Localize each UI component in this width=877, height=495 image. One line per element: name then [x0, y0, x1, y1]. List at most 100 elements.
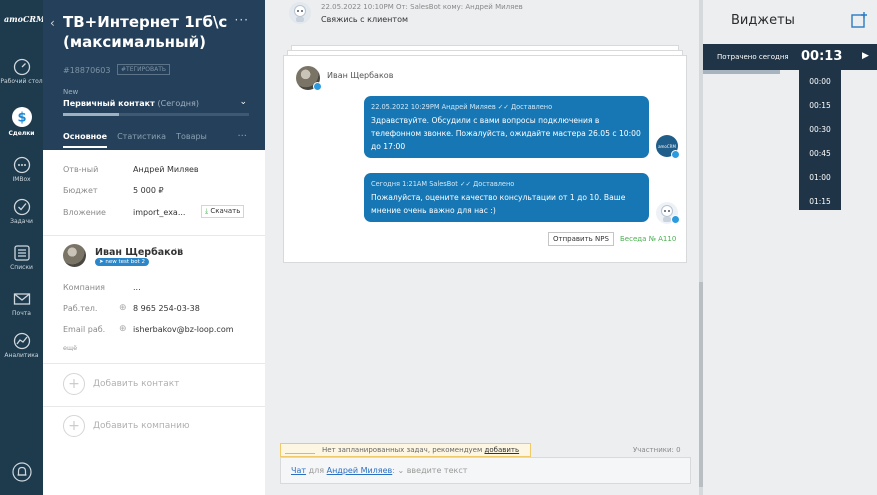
- field-label-responsible: Отв-ный: [63, 165, 99, 174]
- checkmark-circle-icon: [13, 198, 30, 216]
- email-action-icon[interactable]: ⊕: [119, 324, 127, 334]
- time-option[interactable]: 00:00: [799, 70, 841, 94]
- conversation-link[interactable]: Беседа № А110: [620, 235, 676, 243]
- telegram-icon: [671, 150, 680, 159]
- nav-deals-label: Сделки: [8, 130, 35, 137]
- notifications-button[interactable]: [12, 462, 32, 485]
- contact-avatar[interactable]: [63, 244, 86, 267]
- budget-value[interactable]: 5 000 ₽: [133, 186, 164, 195]
- members-count[interactable]: Участники: 0: [633, 446, 681, 454]
- compose-mode-chat[interactable]: Чат: [291, 466, 306, 475]
- widgets-settings-icon[interactable]: [851, 12, 869, 31]
- tabs-more-button[interactable]: ···: [237, 131, 247, 142]
- compose-placeholder[interactable]: : ⌄ введите текст: [392, 466, 467, 475]
- task-notice: Нет запланированных задач, рекомендуем д…: [280, 443, 531, 457]
- lead-header: ‹ ТВ+Интернет 1гб\с (максимальный) ··· #…: [43, 0, 265, 150]
- download-button[interactable]: ⤓ Скачать: [201, 205, 245, 218]
- nav-imbox[interactable]: IMBox: [0, 156, 43, 184]
- lead-id: #18870603: [63, 66, 111, 75]
- nav-mail[interactable]: Почта: [0, 290, 43, 318]
- company-value[interactable]: ...: [133, 283, 141, 292]
- back-chevron-icon[interactable]: ‹: [50, 16, 55, 30]
- add-task-link[interactable]: добавить: [485, 446, 520, 454]
- download-icon: ⤓: [205, 207, 209, 215]
- app-logo[interactable]: amoCRM.: [4, 14, 48, 24]
- show-more-link[interactable]: ещё: [63, 344, 77, 352]
- message-meta: 22.05.2022 10:29PM Андрей Миляев ✓✓ Дост…: [371, 103, 553, 111]
- status-since: (Сегодня): [157, 99, 199, 108]
- robot-icon: [294, 5, 306, 22]
- lead-title[interactable]: ТВ+Интернет 1гб\с (максимальный): [63, 12, 233, 52]
- timer-label: Потрачено сегодня: [717, 53, 789, 61]
- nav-analytics[interactable]: Аналитика: [0, 332, 43, 360]
- nav-dashboard[interactable]: Рабочий стол: [0, 58, 43, 86]
- speedometer-icon: [13, 58, 30, 76]
- add-icon: +: [63, 415, 85, 437]
- svg-text:$: $: [17, 111, 26, 126]
- message-meta: Сегодня 1:21AM SalesBot ✓✓ Доставлено: [371, 180, 515, 188]
- contact-name[interactable]: Иван Щербаков: [95, 247, 183, 258]
- nav-tasks-label: Задачи: [10, 218, 33, 225]
- bell-icon: [12, 462, 32, 482]
- add-company-row[interactable]: + Добавить компанию: [63, 415, 190, 437]
- field-label-phone: Раб.тел.: [63, 304, 98, 313]
- tab-main[interactable]: Основное: [63, 132, 108, 148]
- tag-button[interactable]: #ТЕГИРОВАТЬ: [117, 64, 170, 75]
- analytics-icon: [13, 332, 30, 350]
- lead-menu-button[interactable]: ···: [235, 13, 249, 27]
- chat-contact-name: Иван Щербаков: [327, 71, 394, 80]
- divider: [43, 235, 265, 236]
- time-option[interactable]: 00:15: [799, 94, 841, 118]
- email-value[interactable]: isherbakov@bz-loop.com: [133, 325, 234, 334]
- field-label-attachment: Вложение: [63, 208, 106, 217]
- time-option[interactable]: 01:15: [799, 190, 841, 210]
- responsible-value[interactable]: Андрей Миляев: [133, 165, 199, 174]
- chat-icon: [13, 156, 30, 174]
- send-nps-button[interactable]: Отправить NPS: [548, 232, 614, 246]
- message-text: Здравствуйте. Обсудили с вами вопросы по…: [371, 116, 641, 151]
- app: amoCRM. Рабочий стол $ Сделки IMBox Зада…: [0, 0, 877, 495]
- telegram-badge[interactable]: ➤ new test bot 2: [95, 258, 150, 266]
- add-widget-icon: [851, 12, 867, 28]
- message-text: Пожалуйста, оцените качество консультаци…: [371, 193, 626, 215]
- message-composer[interactable]: Чат для Андрей Миляев: ⌄ введите текст: [280, 457, 691, 484]
- contact-menu-button[interactable]: ···: [174, 245, 183, 255]
- pipeline-label: New: [63, 88, 79, 96]
- attachment-value[interactable]: import_exa...: [133, 208, 185, 217]
- field-label-email: Email раб.: [63, 325, 106, 334]
- nav-deals[interactable]: $ Сделки: [0, 106, 43, 138]
- add-contact-label: Добавить контакт: [93, 379, 180, 389]
- event-text: Свяжись с клиентом: [321, 15, 409, 24]
- salesbot-avatar: [289, 2, 311, 24]
- mail-icon: [13, 293, 30, 305]
- add-company-label: Добавить компанию: [93, 421, 190, 431]
- telegram-icon: [313, 82, 322, 91]
- phone-action-icon[interactable]: ⊕: [119, 303, 127, 313]
- time-option[interactable]: 00:30: [799, 118, 841, 142]
- time-tracker[interactable]: Потрачено сегодня 00:13 ▶: [703, 44, 877, 70]
- add-contact-row[interactable]: + Добавить контакт: [63, 373, 179, 395]
- status-select[interactable]: Первичный контакт (Сегодня): [63, 99, 199, 108]
- time-option[interactable]: 00:45: [799, 142, 841, 166]
- chevron-down-icon[interactable]: ⌄: [239, 97, 247, 107]
- add-icon: +: [63, 373, 85, 395]
- compose-recipient[interactable]: Андрей Миляев: [327, 466, 393, 475]
- nav-mail-label: Почта: [12, 310, 31, 317]
- nav-lists[interactable]: Списки: [0, 244, 43, 272]
- time-dropdown[interactable]: 00:00 00:15 00:30 00:45 01:00 01:15: [799, 70, 841, 210]
- phone-value[interactable]: 8 965 254-03-38: [133, 304, 200, 313]
- nav-tasks[interactable]: Задачи: [0, 198, 43, 226]
- time-option[interactable]: 01:00: [799, 166, 841, 190]
- dollar-icon: $: [11, 107, 32, 127]
- tab-products[interactable]: Товары: [176, 132, 207, 148]
- lightbulb-icon: [285, 446, 315, 454]
- telegram-icon: [671, 215, 680, 224]
- lead-card: ‹ ТВ+Интернет 1гб\с (максимальный) ··· #…: [43, 0, 265, 495]
- play-icon[interactable]: ▶: [862, 51, 869, 61]
- field-label-company: Компания: [63, 283, 105, 292]
- timer-value: 00:13: [801, 49, 843, 64]
- lead-tabs: Основное Статистика Товары: [63, 132, 207, 148]
- field-label-budget: Бюджет: [63, 186, 98, 195]
- download-label: Скачать: [210, 207, 241, 215]
- tab-statistics[interactable]: Статистика: [117, 132, 166, 148]
